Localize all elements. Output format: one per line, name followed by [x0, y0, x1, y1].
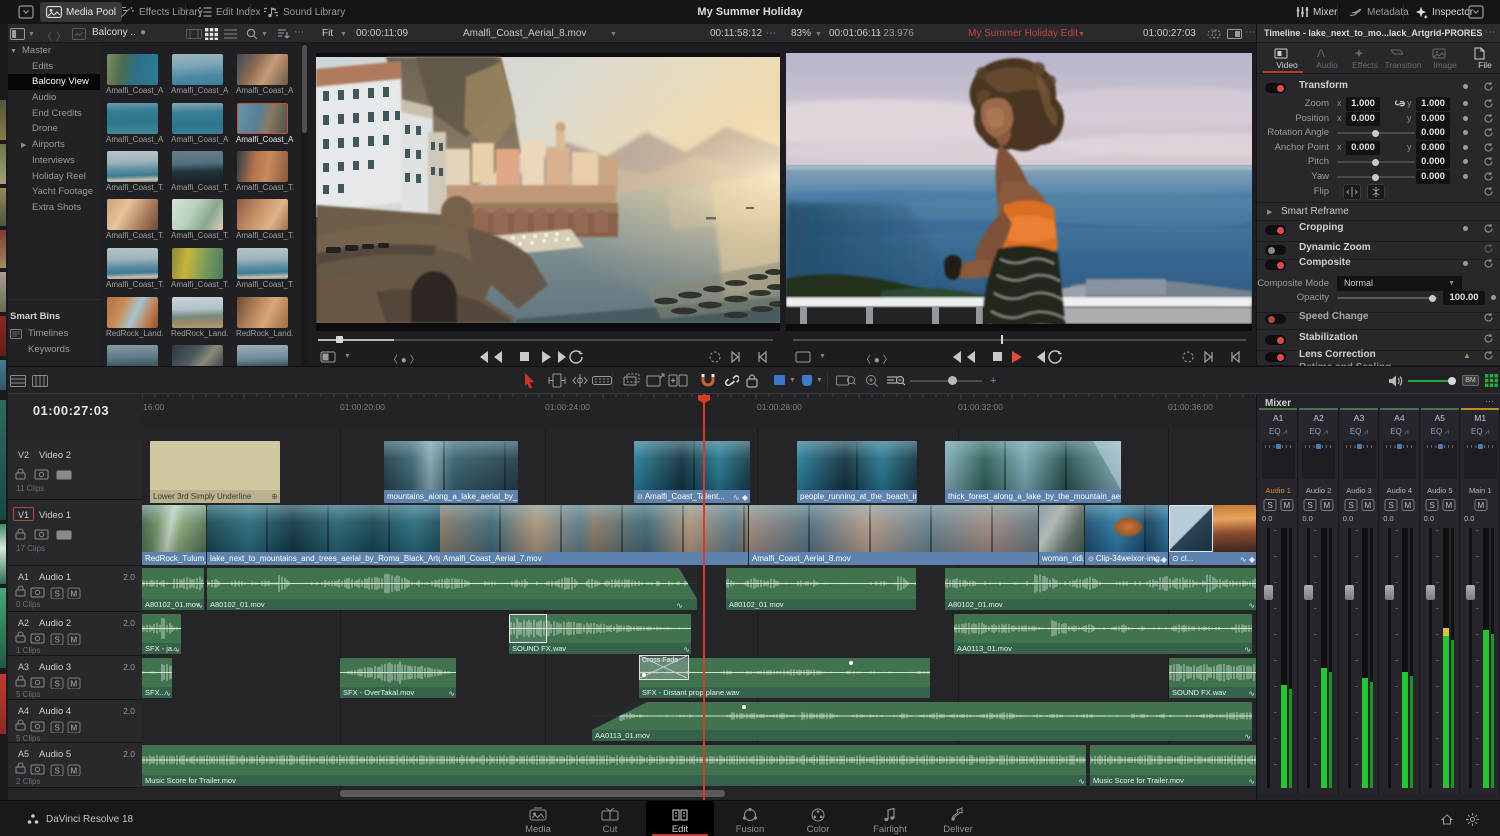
svg-text:S: S	[55, 590, 60, 599]
svg-text:S: S	[55, 724, 60, 733]
svg-text:M: M	[1405, 501, 1412, 510]
svg-text:S: S	[55, 680, 60, 689]
svg-text:M: M	[71, 724, 78, 733]
svg-text:S: S	[1348, 501, 1353, 510]
svg-text:M: M	[1284, 501, 1291, 510]
svg-text:M: M	[71, 590, 78, 599]
svg-text:M: M	[71, 680, 78, 689]
svg-text:M: M	[1364, 501, 1371, 510]
svg-text:S: S	[1389, 501, 1394, 510]
svg-text:M: M	[1324, 501, 1331, 510]
svg-text:S: S	[55, 767, 60, 776]
svg-text:M: M	[1478, 501, 1485, 510]
svg-text:M: M	[71, 636, 78, 645]
svg-text:S: S	[55, 636, 60, 645]
svg-text:M: M	[71, 767, 78, 776]
svg-text:S: S	[1308, 501, 1313, 510]
svg-text:S: S	[1268, 501, 1273, 510]
svg-text:M: M	[1445, 501, 1452, 510]
svg-text:S: S	[1429, 501, 1434, 510]
